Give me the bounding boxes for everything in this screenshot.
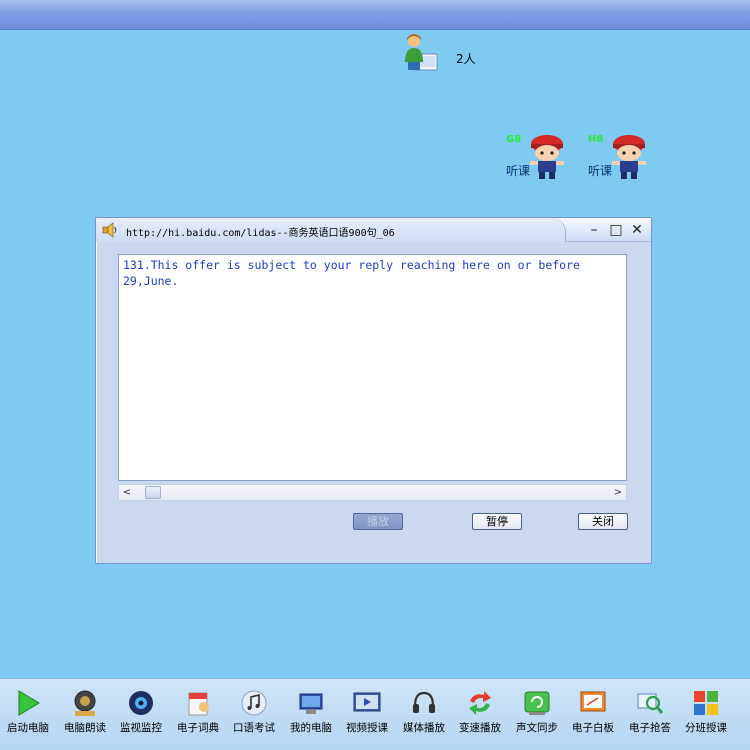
scroll-thumb[interactable]: [145, 486, 161, 499]
student-seat-h8[interactable]: H8 听课: [588, 134, 668, 184]
teacher-icon[interactable]: [401, 32, 441, 72]
magnifier-icon: [637, 693, 664, 714]
close-button[interactable]: 关闭: [578, 513, 628, 530]
maximize-icon[interactable]: □: [608, 222, 624, 238]
dialog-title: http://hi.baidu.com/lidas--商务英语口语900句_06: [126, 228, 395, 239]
speaker-icon: [74, 690, 96, 716]
student-avatar-icon: [612, 135, 646, 179]
whiteboard-icon: [580, 691, 606, 712]
student-status: 听课: [588, 164, 613, 178]
student-status: 听课: [506, 164, 531, 178]
reading-text-area[interactable]: 131.This offer is subject to your reply …: [118, 254, 627, 481]
windows-grid-icon: [694, 691, 718, 715]
dictionary-icon: [188, 692, 209, 716]
video-lecture-button[interactable]: 视频授课: [339, 689, 395, 745]
scroll-left-icon[interactable]: <: [119, 485, 135, 500]
headphones-icon: [413, 691, 435, 713]
teacher-count: 2人: [456, 52, 476, 66]
reading-dialog: http://hi.baidu.com/lidas--商务英语口语900句_06…: [95, 217, 652, 564]
dictionary-button[interactable]: 电子词典: [170, 689, 226, 745]
top-title-bar: [0, 0, 750, 30]
monitor-eye-icon: [129, 691, 153, 715]
seat-label: H8: [588, 134, 604, 145]
play-triangle-icon: [18, 690, 40, 716]
computer-icon: [299, 693, 323, 714]
variable-speed-button[interactable]: 变速播放: [452, 689, 508, 745]
sync-icon: [524, 691, 550, 715]
sync-text-audio-button[interactable]: 声文同步: [509, 689, 565, 745]
bottom-toolbar: 启动电脑 电脑朗读 监视监控 电子词典 口语考试 我的电脑 视频授课 媒体播放 …: [0, 678, 750, 750]
dialog-titlebar[interactable]: http://hi.baidu.com/lidas--商务英语口语900句_06…: [96, 218, 651, 242]
student-avatar-icon: [530, 135, 564, 179]
start-computer-button[interactable]: 启动电脑: [0, 689, 56, 745]
seat-label: G8: [506, 134, 522, 145]
close-icon[interactable]: ✕: [629, 222, 645, 238]
speed-arrows-icon: [469, 691, 491, 715]
quick-answer-button[interactable]: 电子抢答: [622, 689, 678, 745]
play-button[interactable]: 播放: [353, 513, 403, 530]
oral-exam-button[interactable]: 口语考试: [226, 689, 282, 745]
video-screen-icon: [353, 692, 381, 712]
whiteboard-button[interactable]: 电子白板: [565, 689, 621, 745]
computer-read-button[interactable]: 电脑朗读: [57, 689, 113, 745]
monitor-button[interactable]: 监视监控: [113, 689, 169, 745]
pause-button[interactable]: 暂停: [472, 513, 522, 530]
music-note-icon: [241, 690, 267, 716]
horizontal-scrollbar[interactable]: < >: [118, 484, 627, 501]
my-computer-button[interactable]: 我的电脑: [283, 689, 339, 745]
minimize-icon[interactable]: –: [586, 222, 602, 238]
scroll-right-icon[interactable]: >: [610, 485, 626, 500]
group-class-button[interactable]: 分班授课: [678, 689, 734, 745]
student-seat-g8[interactable]: G8 听课: [506, 134, 586, 184]
media-play-button[interactable]: 媒体播放: [396, 689, 452, 745]
speaker-app-icon: [102, 222, 117, 238]
